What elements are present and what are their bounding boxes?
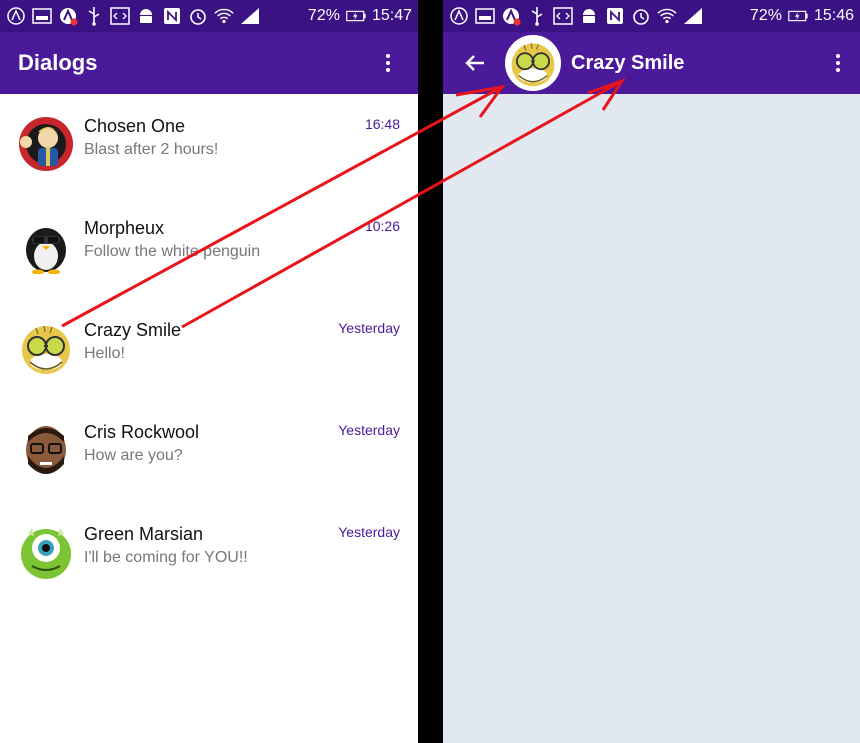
dialog-time: 16:48: [364, 116, 400, 132]
bearded-man-avatar: [18, 422, 74, 478]
dialog-message: Blast after 2 hours!: [84, 141, 219, 158]
app-logo-icon: [6, 6, 26, 26]
vault-boy-avatar: [18, 116, 74, 172]
crazy-smile-avatar[interactable]: [505, 35, 561, 91]
wifi-icon: [214, 6, 234, 26]
image-icon: [32, 6, 52, 26]
dialog-time: Yesterday: [338, 422, 400, 438]
developer-icon: [553, 6, 573, 26]
battery-percent: 72%: [749, 7, 782, 24]
dialog-name: Green Marsian: [84, 524, 204, 544]
battery-icon: [788, 6, 808, 26]
alert-app-icon: [501, 6, 521, 26]
battery-percent: 72%: [307, 7, 340, 24]
status-bar: 72% 15:46: [443, 0, 860, 32]
notification-icons: [6, 6, 308, 26]
android-icon: [136, 6, 156, 26]
dialog-row-green-marsian[interactable]: Green Marsian I'll be coming for YOU!! Y…: [0, 502, 418, 604]
dialog-time: Yesterday: [338, 524, 400, 540]
dialog-row-crazy-smile[interactable]: Crazy Smile Hello! Yesterday: [0, 298, 418, 400]
app-logo-icon: [449, 6, 469, 26]
dialog-row-chosen-one[interactable]: Chosen One Blast after 2 hours! 16:48: [0, 94, 418, 196]
alarm-icon: [631, 6, 651, 26]
android-icon: [579, 6, 599, 26]
status-time: 15:46: [813, 7, 854, 24]
dialog-message: I'll be coming for YOU!!: [84, 549, 248, 566]
overflow-menu-icon[interactable]: [376, 51, 400, 75]
chat-screen: 72% 15:46 Crazy Smile: [443, 0, 860, 743]
developer-icon: [110, 6, 130, 26]
dialog-time: 10:26: [364, 218, 400, 234]
dialog-message: Hello!: [84, 345, 125, 362]
back-arrow-icon[interactable]: [461, 49, 489, 77]
dialog-message: Follow the white penguin: [84, 243, 261, 260]
status-right: 72% 15:47: [308, 6, 412, 26]
nfc-icon: [162, 6, 182, 26]
chat-app-bar: Crazy Smile: [443, 32, 860, 94]
nfc-icon: [605, 6, 625, 26]
usb-icon: [84, 6, 104, 26]
chat-title: Crazy Smile: [571, 51, 685, 74]
dialog-row-cris-rockwool[interactable]: Cris Rockwool How are you? Yesterday: [0, 400, 418, 502]
dialog-name: Morpheux: [84, 218, 165, 238]
dialog-time: Yesterday: [338, 320, 400, 336]
dialog-message: How are you?: [84, 447, 183, 464]
dialog-name: Crazy Smile: [84, 320, 182, 340]
overflow-menu-icon[interactable]: [826, 51, 850, 75]
crazy-smile-avatar: [18, 320, 74, 376]
app-bar: Dialogs: [0, 32, 418, 94]
penguin-avatar: [18, 218, 74, 274]
dialog-row-morpheux[interactable]: Morpheux Follow the white penguin 10:26: [0, 196, 418, 298]
dialog-name: Cris Rockwool: [84, 422, 200, 442]
green-monster-avatar: [18, 524, 74, 580]
status-time: 15:47: [371, 7, 412, 24]
status-right: 72% 15:46: [750, 6, 854, 26]
dialog-name: Chosen One: [84, 116, 186, 136]
signal-icon: [683, 6, 703, 26]
alarm-icon: [188, 6, 208, 26]
status-bar: 72% 15:47: [0, 0, 418, 32]
wifi-icon: [657, 6, 677, 26]
signal-icon: [240, 6, 260, 26]
notification-icons: [449, 6, 750, 26]
usb-icon: [527, 6, 547, 26]
alert-app-icon: [58, 6, 78, 26]
battery-icon: [346, 6, 366, 26]
page-title: Dialogs: [18, 50, 98, 75]
stage: 72% 15:47 Dialogs Chosen One Blast after…: [0, 0, 860, 743]
dialogs-screen: 72% 15:47 Dialogs Chosen One Blast after…: [0, 0, 418, 743]
message-area: [443, 94, 860, 743]
image-icon: [475, 6, 495, 26]
